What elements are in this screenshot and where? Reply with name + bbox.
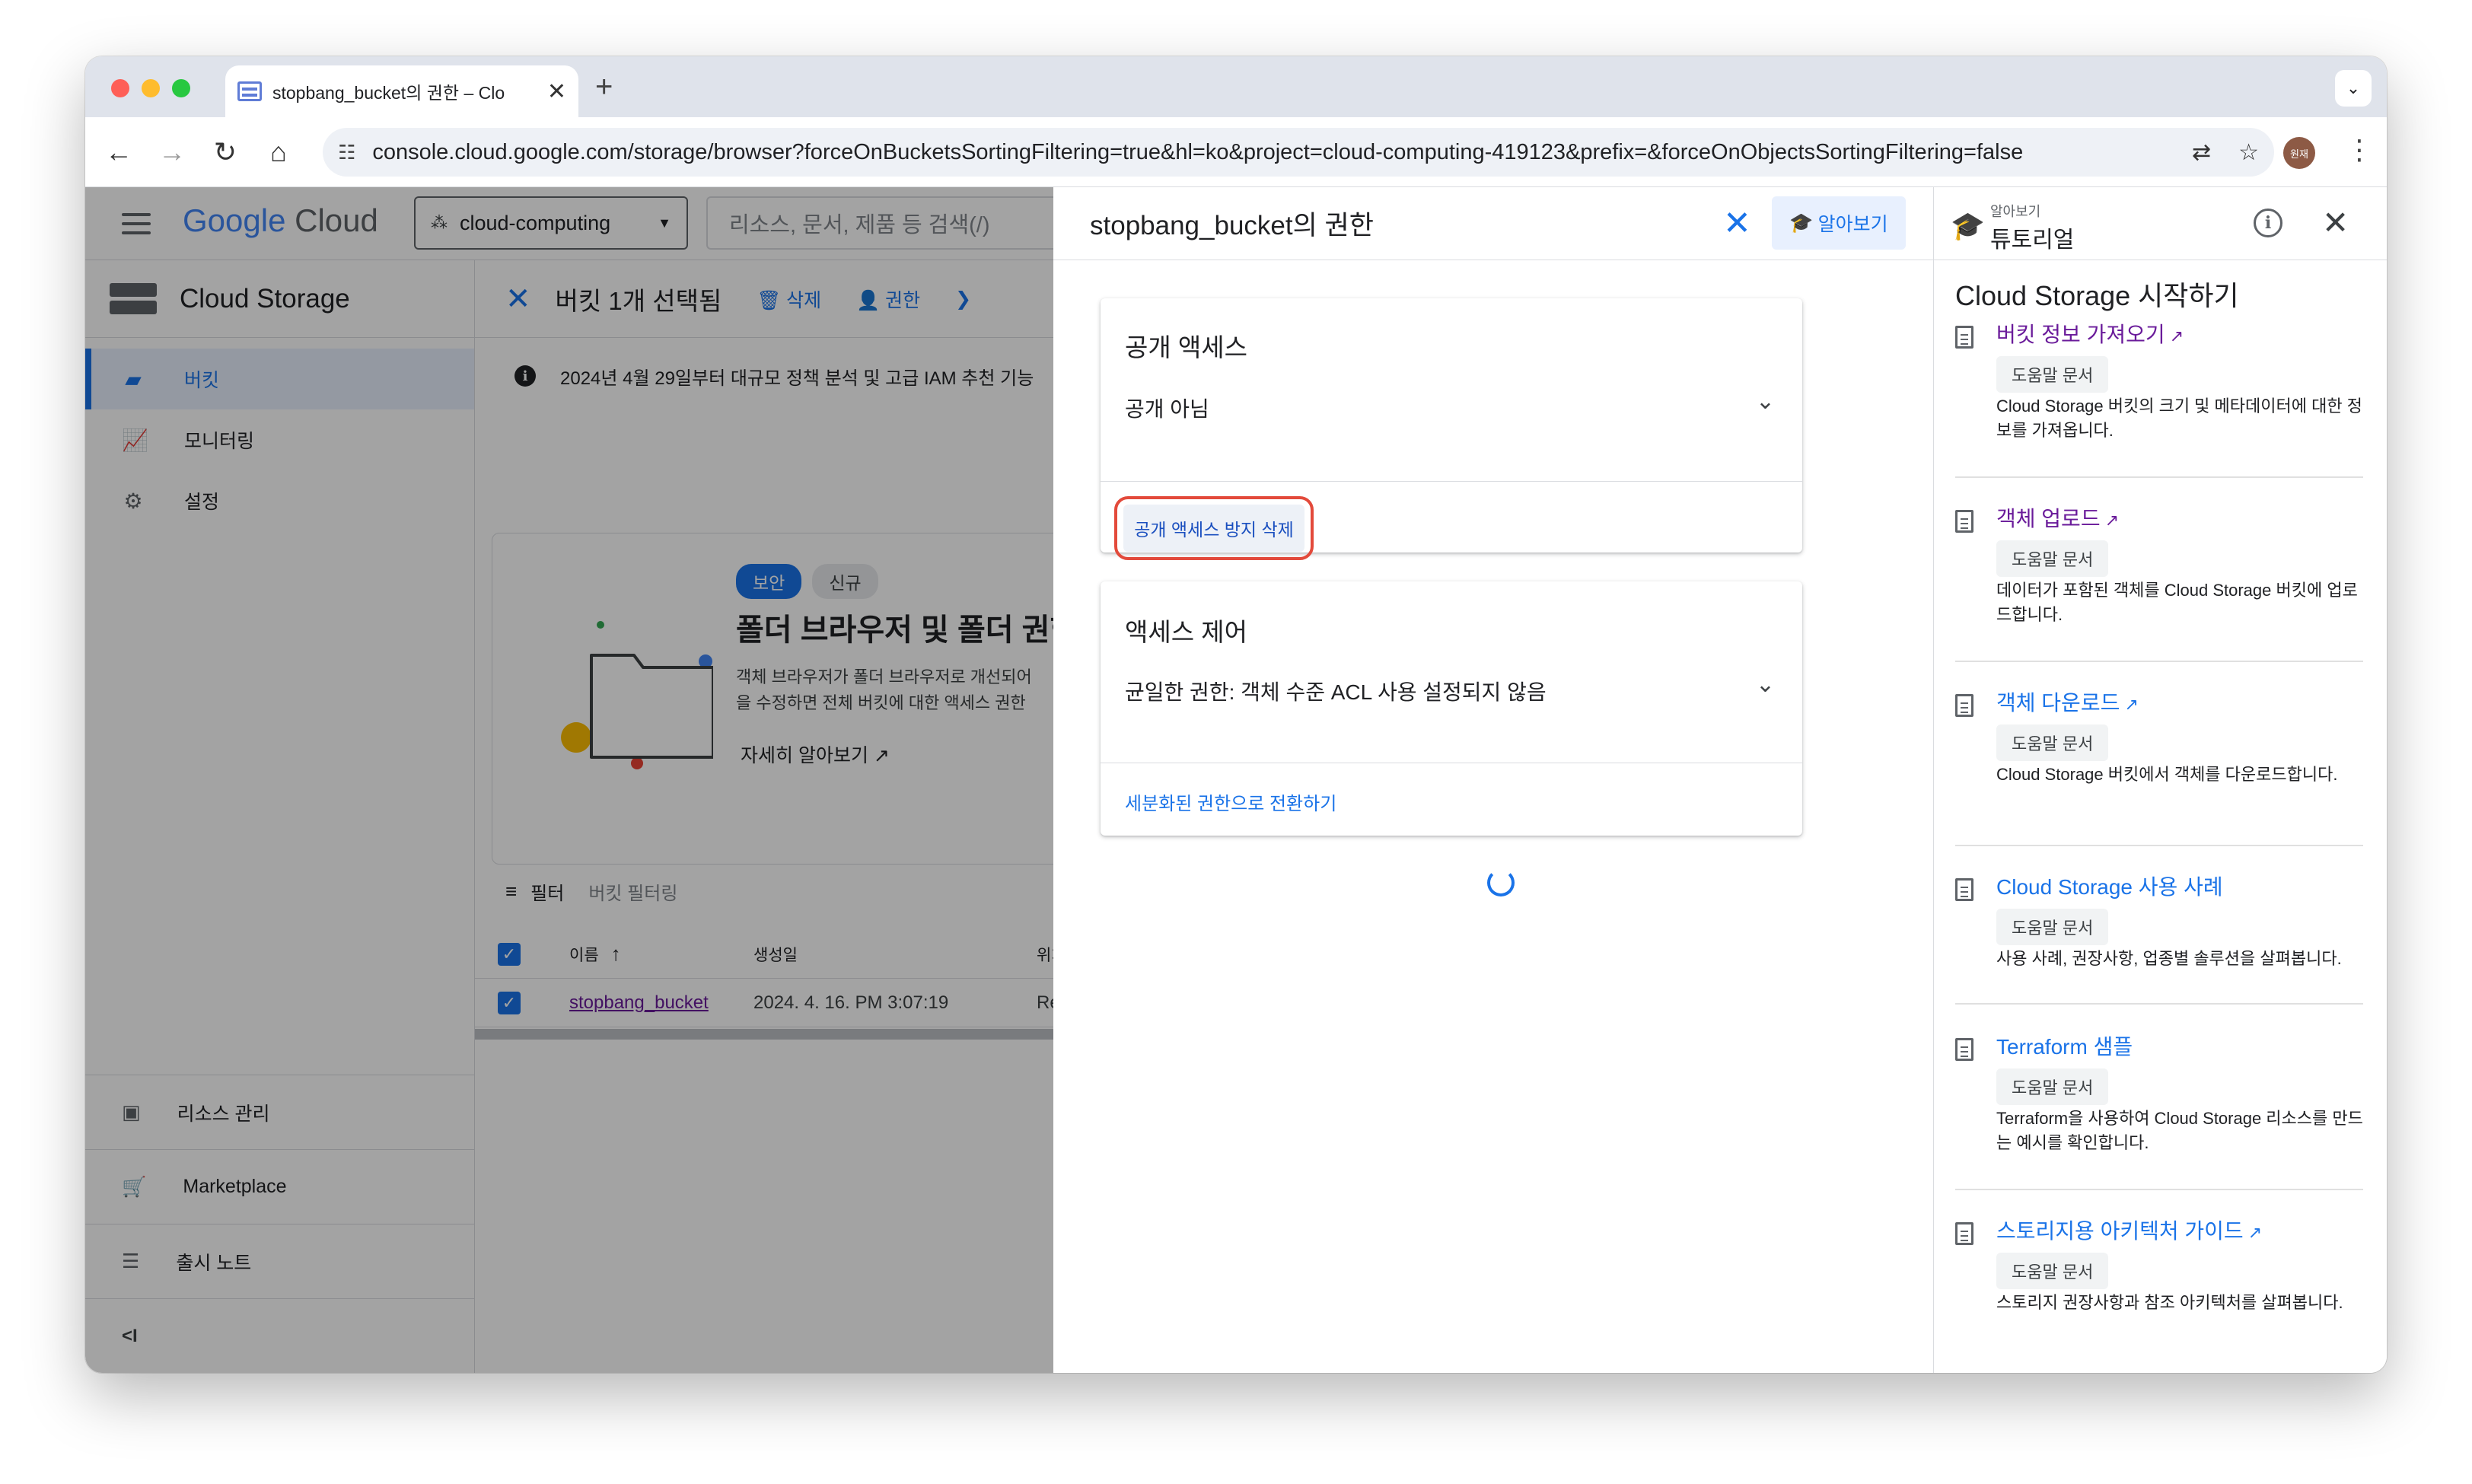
tutorial-item-title: 버킷 정보 가져오기	[1996, 323, 2165, 346]
graduation-cap-icon: 🎓	[1951, 210, 1985, 241]
tutorial-item-link[interactable]: 객체 업로드 ↗	[1996, 502, 2119, 533]
site-settings-icon[interactable]: ☷	[338, 141, 355, 164]
tutorial-item[interactable]: 객체 다운로드 ↗ 도움말 문서 Cloud Storage 버킷에서 객체를 다운…	[1955, 686, 2363, 846]
divider	[1101, 481, 1802, 482]
tutorial-caption: 알아보기	[1990, 204, 2041, 219]
browser-tab[interactable]: stopbang_bucket의 권한 – Clo ✕	[225, 65, 578, 117]
external-link-icon: ↗	[2243, 1223, 2263, 1242]
public-access-heading: 공개 액세스	[1125, 333, 1247, 361]
tutorial-header: 🎓 알아보기 튜토리얼 i ✕	[1934, 187, 2387, 260]
document-icon	[1955, 510, 1973, 533]
help-doc-tag: 도움말 문서	[1996, 909, 2109, 945]
learn-button[interactable]: 🎓 알아보기	[1772, 196, 1906, 250]
address-bar[interactable]: ☷ console.cloud.google.com/storage/brows…	[323, 128, 2274, 177]
tab-search-chevron-icon[interactable]: ⌄	[2335, 70, 2372, 107]
help-doc-tag: 도움말 문서	[1996, 1068, 2109, 1105]
storage-favicon-icon	[237, 81, 262, 101]
url-text[interactable]: console.cloud.google.com/storage/browser…	[372, 140, 2165, 165]
tutorial-item-link[interactable]: 버킷 정보 가져오기 ↗	[1996, 318, 2184, 349]
tutorial-title: 튜토리얼	[1990, 228, 2075, 253]
tutorial-item-title: 스토리지용 아키텍처 가이드	[1996, 1219, 2244, 1243]
browser-window: stopbang_bucket의 권한 – Clo ✕ + ⌄ ← → ↻ ⌂ …	[85, 56, 2387, 1373]
bookmark-star-icon[interactable]: ☆	[2238, 139, 2259, 166]
tutorial-panel: 🎓 알아보기 튜토리얼 i ✕ Cloud Storage 시작하기 버킷 정보…	[1933, 187, 2387, 1373]
maximize-window-button[interactable]	[172, 79, 190, 97]
external-link-icon: ↗	[2100, 511, 2120, 530]
forward-arrow-icon[interactable]: →	[155, 135, 189, 169]
access-control-value: 균일한 권한: 객체 수준 ACL 사용 설정되지 않음	[1125, 680, 1547, 704]
minimize-window-button[interactable]	[142, 79, 160, 97]
graduation-cap-icon: 🎓	[1789, 212, 1814, 234]
modal-scrim[interactable]	[85, 187, 1053, 1373]
help-doc-tag: 도움말 문서	[1996, 724, 2109, 761]
help-doc-tag: 도움말 문서	[1996, 1253, 2109, 1289]
external-link-icon: ↗	[2165, 326, 2184, 346]
tutorial-item[interactable]: Cloud Storage 사용 사례도움말 문서사용 사례, 권장사항, 업종…	[1955, 871, 2363, 1005]
help-doc-tag: 도움말 문서	[1996, 540, 2109, 577]
document-icon	[1955, 326, 1973, 349]
expand-chevron-icon[interactable]: ⌄	[1756, 388, 1775, 415]
help-doc-tag: 도움말 문서	[1996, 356, 2109, 393]
panel-title: stopbang_bucket의 권한	[1090, 211, 1374, 240]
browser-toolbar: ← → ↻ ⌂ ☷ console.cloud.google.com/stora…	[85, 117, 2387, 187]
tab-bar: stopbang_bucket의 권한 – Clo ✕ + ⌄	[85, 56, 2387, 117]
info-icon[interactable]: i	[2254, 209, 2282, 237]
tutorial-item-description: 스토리지 권장사항과 참조 아키텍처를 살펴봅니다.	[1996, 1293, 2343, 1312]
document-icon	[1955, 694, 1973, 717]
home-icon[interactable]: ⌂	[262, 135, 295, 169]
close-window-button[interactable]	[111, 79, 129, 97]
loading-spinner	[1487, 869, 1515, 896]
tutorial-item-link[interactable]: Terraform 샘플	[1996, 1030, 2133, 1061]
tutorial-item-title: 객체 업로드	[1996, 507, 2101, 530]
document-icon	[1955, 1222, 1973, 1245]
close-panel-icon[interactable]: ✕	[1723, 204, 1751, 243]
tutorial-item-title: 객체 다운로드	[1996, 691, 2120, 715]
back-arrow-icon[interactable]: ←	[102, 135, 135, 169]
browser-menu-icon[interactable]: ⋮	[2346, 134, 2373, 166]
close-tutorial-icon[interactable]: ✕	[2322, 204, 2349, 241]
tab-title: stopbang_bucket의 권한 – Clo	[272, 83, 505, 103]
document-icon	[1955, 878, 1973, 901]
tutorial-item[interactable]: Terraform 샘플도움말 문서 Terraform을 사용하여 Cloud …	[1955, 1030, 2363, 1190]
tutorial-item-description: Cloud Storage 버킷에서 객체를 다운로드합니다.	[1996, 765, 2338, 784]
tutorial-item-description: Cloud Storage 버킷의 크기 및 메타데이터에 대한 정보를 가져옵…	[1996, 396, 2362, 440]
public-access-value: 공개 아님	[1125, 397, 1209, 421]
tutorial-item-title: Cloud Storage 사용 사례	[1996, 875, 2223, 899]
reload-icon[interactable]: ↻	[209, 135, 242, 169]
tutorial-item[interactable]: 스토리지용 아키텍처 가이드 ↗ 도움말 문서스토리지 권장사항과 참조 아키텍처…	[1955, 1215, 2363, 1373]
tutorial-item-link[interactable]: Cloud Storage 사용 사례	[1996, 871, 2223, 901]
tutorial-item-title: Terraform 샘플	[1996, 1035, 2133, 1059]
public-access-section: 공개 액세스 공개 아님 ⌄ 공개 액세스 방지 삭제	[1101, 298, 1802, 560]
remove-public-access-prevention-button[interactable]: 공개 액세스 방지 삭제	[1114, 496, 1314, 560]
panel-header: stopbang_bucket의 권한 ✕ 🎓 알아보기	[1053, 187, 1933, 260]
expand-chevron-icon[interactable]: ⌄	[1756, 671, 1775, 698]
new-tab-button[interactable]: +	[595, 70, 613, 104]
tutorial-item-description: Terraform을 사용하여 Cloud Storage 리소스를 만드는 예…	[1996, 1109, 2363, 1152]
tutorial-item[interactable]: 객체 업로드 ↗ 도움말 문서데이터가 포함된 객체를 Cloud Storage…	[1955, 502, 2363, 662]
tutorial-item-description: 사용 사례, 권장사항, 업종별 솔루션을 살펴봅니다.	[1996, 949, 2342, 968]
profile-avatar[interactable]: 원재	[2283, 137, 2315, 169]
access-control-section: 액세스 제어 균일한 권한: 객체 수준 ACL 사용 설정되지 않음 ⌄ 세분…	[1101, 581, 1802, 836]
cloud-console: Google Cloud ⁂ cloud-computing ▼ 리소스, 문서…	[85, 187, 2387, 1373]
document-icon	[1955, 1038, 1973, 1061]
tutorial-item-link[interactable]: 객체 다운로드 ↗	[1996, 686, 2139, 717]
tutorial-item-description: 데이터가 포함된 객체를 Cloud Storage 버킷에 업로드합니다.	[1996, 581, 2358, 624]
tutorial-section-title: Cloud Storage 시작하기	[1955, 280, 2239, 311]
close-tab-icon[interactable]: ✕	[547, 78, 566, 105]
external-link-icon: ↗	[2120, 695, 2139, 714]
learn-button-label: 알아보기	[1817, 214, 1888, 235]
tutorial-item[interactable]: 버킷 정보 가져오기 ↗ 도움말 문서 Cloud Storage 버킷의 크기 및…	[1955, 318, 2363, 478]
permissions-panel: stopbang_bucket의 권한 ✕ 🎓 알아보기 공개 액세스 공개 아…	[1053, 187, 1933, 1373]
access-control-heading: 액세스 제어	[1125, 618, 1247, 646]
tutorial-item-link[interactable]: 스토리지용 아키텍처 가이드 ↗	[1996, 1215, 2262, 1245]
translate-icon[interactable]: ⇄	[2192, 139, 2211, 166]
switch-fine-grained-link[interactable]: 세분화된 권한으로 전환하기	[1125, 788, 1336, 815]
remove-button-label: 공개 액세스 방지 삭제	[1123, 505, 1304, 552]
